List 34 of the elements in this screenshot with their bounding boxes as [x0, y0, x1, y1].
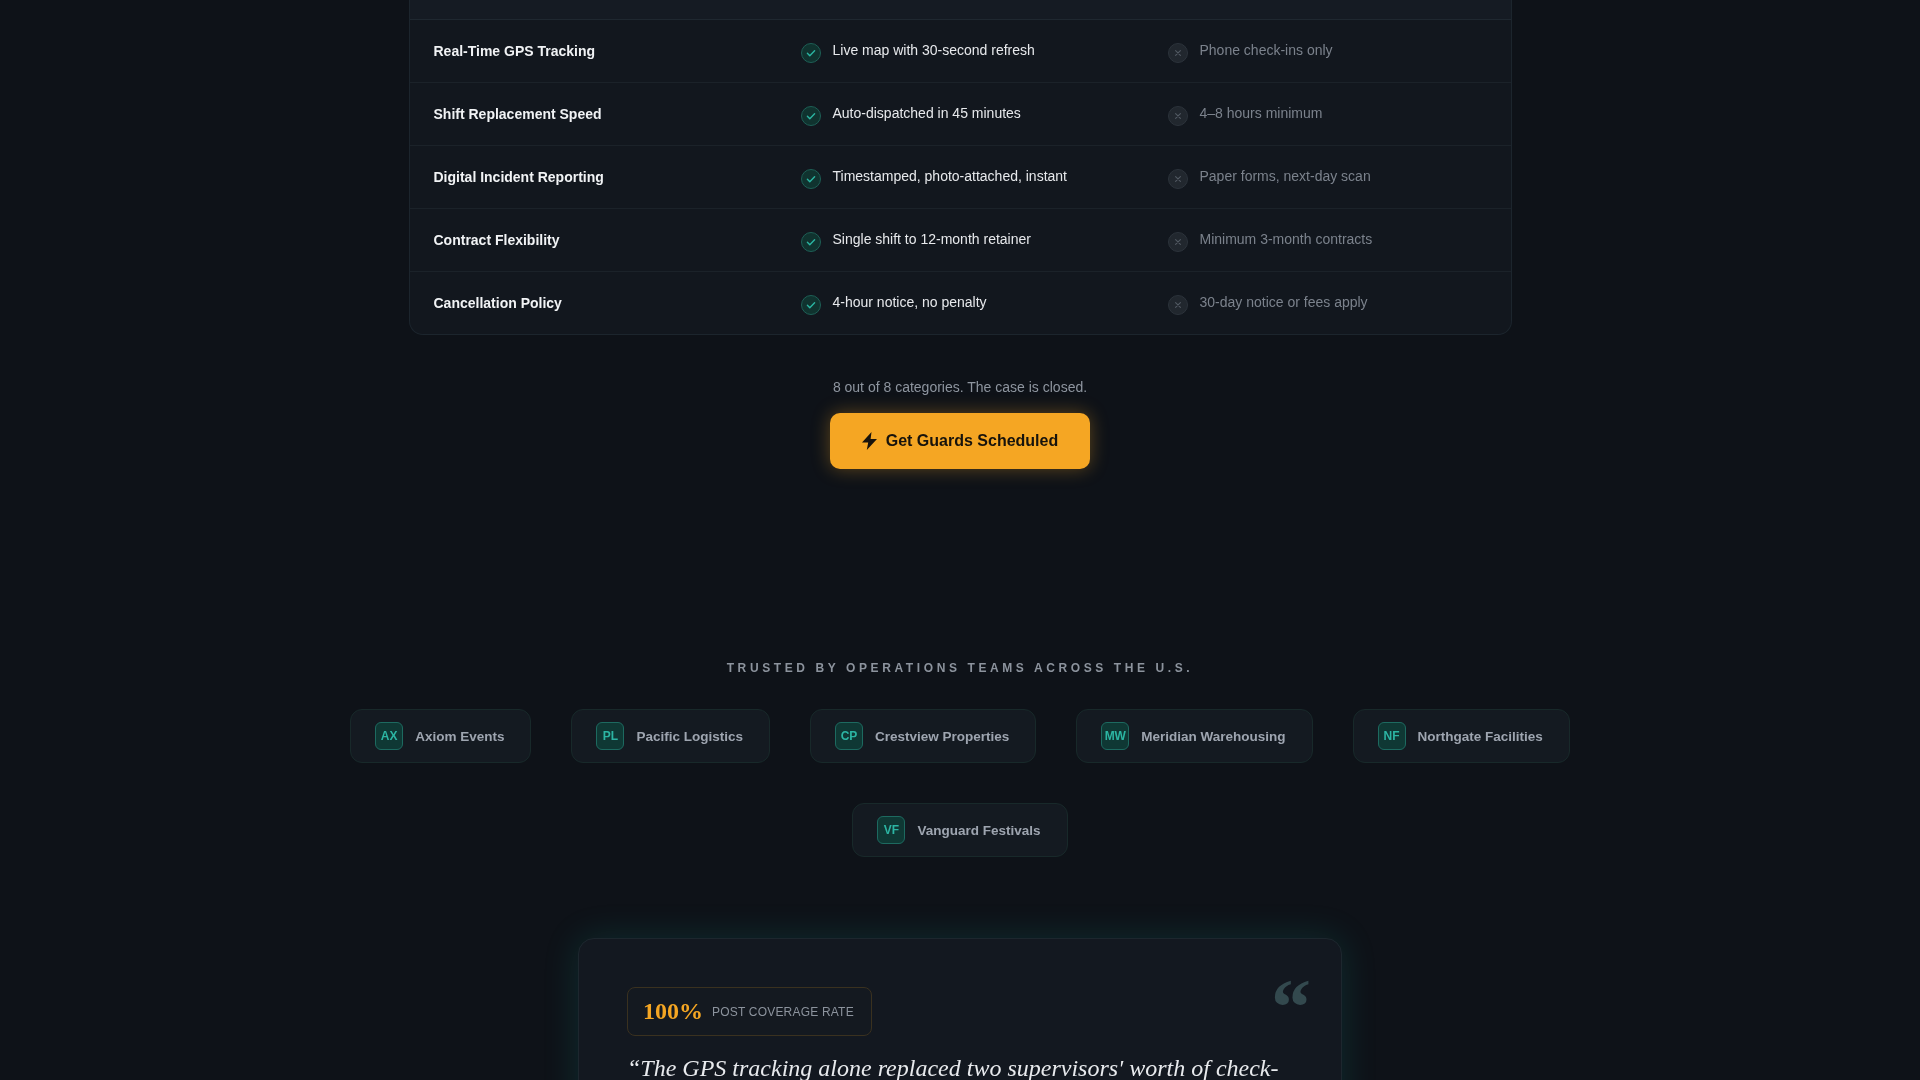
competitor-value: Phone check-ins only	[1199, 40, 1333, 60]
summary-text: 8 out of 8 categories. The case is closed.	[832, 378, 1088, 396]
quote-mark: “	[1271, 979, 1311, 1019]
client-monogram: NF	[1377, 722, 1406, 750]
feature-label: Shift Replacement Speed	[433, 105, 602, 124]
trusted-heading: TRUSTED BY OPERATIONS TEAMS ACROSS THE U.S.	[726, 660, 1194, 676]
stat-label: POST COVERAGE RATE	[712, 1004, 854, 1019]
feature-value: Timestamped, photo-attached, instant	[832, 166, 1067, 186]
client-monogram: AX	[375, 722, 404, 750]
feature-label: Contract Flexibility	[433, 231, 560, 250]
lightning-bolt-icon	[861, 432, 877, 450]
client-name: Northgate Facilities	[1417, 728, 1543, 744]
stat-value: 100%	[643, 998, 703, 1025]
feature-label: Real-Time GPS Tracking	[433, 42, 596, 61]
cta-button[interactable]: Get Guards Scheduled	[829, 413, 1091, 469]
feature-value: Live map with 30-second refresh	[832, 40, 1035, 60]
competitor-value: Paper forms, next-day scan	[1199, 166, 1371, 186]
client-monogram: CP	[835, 722, 863, 750]
feature-label: Digital Incident Reporting	[433, 168, 604, 187]
competitor-value: Minimum 3-month contracts	[1199, 229, 1373, 249]
feature-value: 4-hour notice, no penalty	[832, 292, 987, 312]
client-monogram: PL	[596, 722, 625, 750]
feature-label: Cancellation Policy	[433, 294, 562, 313]
competitor-value: 4–8 hours minimum	[1199, 103, 1323, 123]
client-name: Axiom Events	[415, 728, 505, 744]
competitor-value: 30-day notice or fees apply	[1199, 292, 1368, 312]
client-name: Crestview Properties	[875, 728, 1010, 744]
client-monogram: MW	[1101, 722, 1130, 750]
client-monogram: VF	[877, 816, 906, 844]
feature-value: Single shift to 12-month retainer	[832, 229, 1031, 249]
client-name: Pacific Logistics	[636, 728, 743, 744]
feature-value: Auto-dispatched in 45 minutes	[832, 103, 1021, 123]
client-name: Meridian Warehousing	[1141, 728, 1286, 744]
client-name: Vanguard Festivals	[917, 822, 1041, 838]
